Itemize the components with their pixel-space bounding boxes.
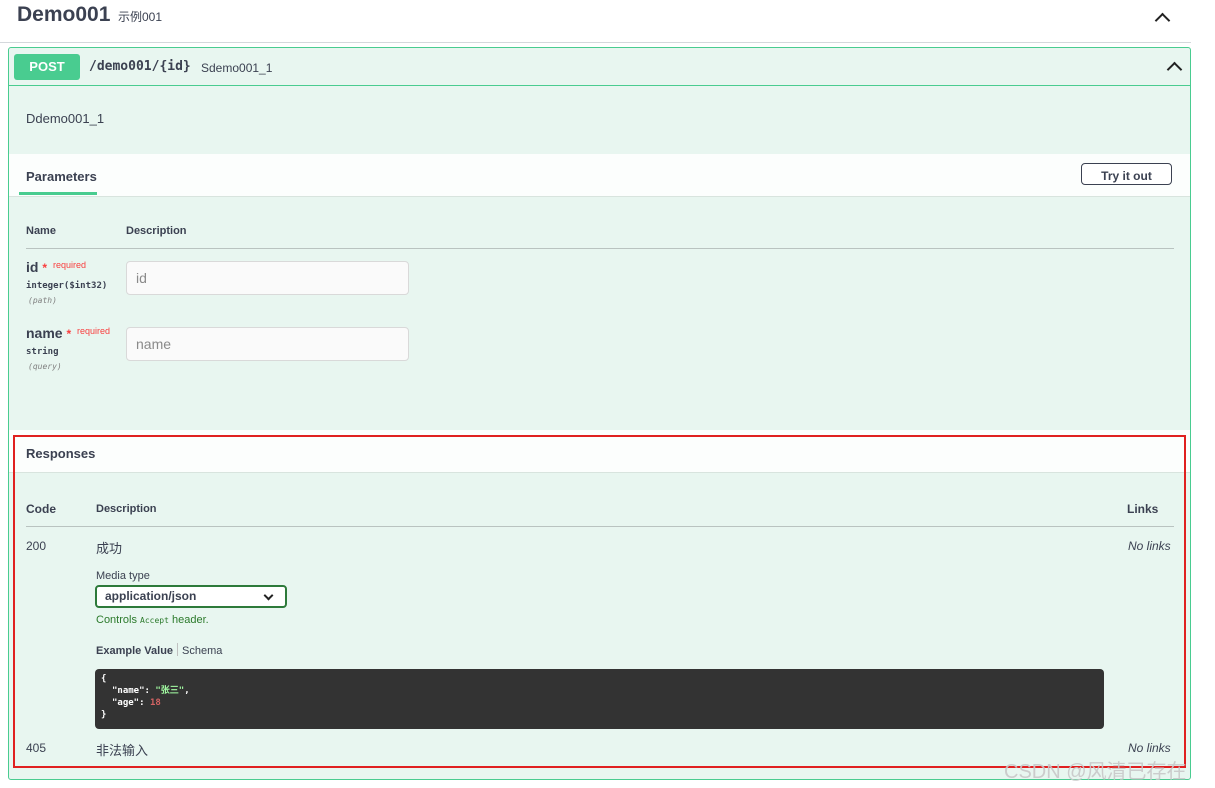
- divider: [26, 248, 1174, 249]
- param-name-name: name *: [26, 325, 72, 341]
- operation-path: /demo001/{id}: [89, 59, 191, 74]
- tag-description: 示例001: [118, 10, 163, 24]
- try-it-out-button[interactable]: Try it out: [1081, 163, 1172, 185]
- required-label: required: [53, 260, 87, 270]
- param-location: (path): [28, 296, 57, 305]
- param-col-name: Name: [26, 225, 56, 237]
- param-col-description: Description: [126, 225, 187, 237]
- parameters-header: Parameters Try it out: [9, 154, 1190, 197]
- tag-title: Demo001: [17, 3, 111, 26]
- watermark: CSDN @风清已存在: [1004, 761, 1187, 783]
- param-type: string: [26, 347, 59, 357]
- operation-description: Ddemo001_1: [26, 111, 105, 126]
- param-name-id: id *: [26, 259, 48, 275]
- parameters-tab[interactable]: Parameters: [26, 169, 97, 184]
- operation-summary[interactable]: POST /demo001/{id} Sdemo001_1: [9, 48, 1190, 86]
- tag-header[interactable]: Demo001 示例001: [0, 0, 1191, 43]
- chevron-up-icon[interactable]: [1154, 12, 1171, 29]
- operation-summary-text: Sdemo001_1: [201, 61, 273, 75]
- required-label: required: [77, 326, 111, 336]
- highlight-box: [13, 435, 1186, 768]
- chevron-up-icon[interactable]: [1166, 61, 1183, 78]
- name-input[interactable]: [126, 327, 409, 361]
- method-badge: POST: [14, 54, 80, 80]
- param-type: integer($int32): [26, 281, 108, 291]
- param-location: (query): [28, 362, 62, 371]
- tab-underline: [19, 192, 97, 195]
- id-input[interactable]: [126, 261, 409, 295]
